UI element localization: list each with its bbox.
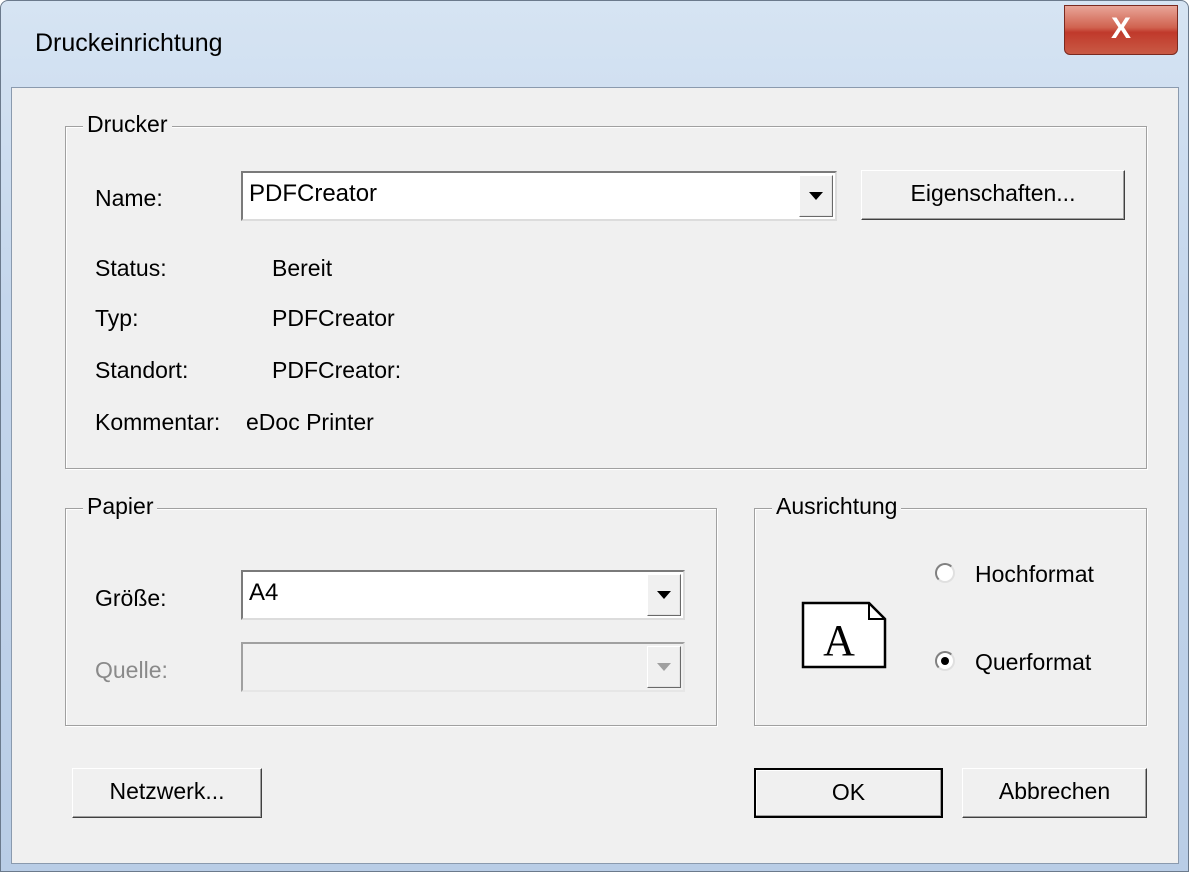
paper-source-dropdown[interactable]	[241, 642, 685, 692]
eigenschaften-button-label: Eigenschaften...	[910, 180, 1076, 206]
drucker-group: Drucker Name: PDFCreator Eigenschaften..…	[65, 109, 1147, 469]
paper-size-dropdown-button[interactable]	[647, 574, 681, 616]
groesse-label: Größe:	[95, 585, 167, 611]
abbrechen-button-label: Abbrechen	[998, 778, 1111, 804]
printer-name-value: PDFCreator	[249, 180, 378, 207]
chevron-down-icon	[809, 192, 823, 200]
standort-label: Standort:	[95, 357, 189, 383]
status-label: Status:	[95, 255, 167, 281]
close-icon: X	[1110, 12, 1131, 45]
chevron-down-icon	[657, 663, 671, 671]
querformat-label[interactable]: Querformat	[975, 647, 1091, 677]
netzwerk-button-label: Netzwerk...	[109, 778, 225, 804]
ok-button[interactable]: OK	[754, 768, 943, 818]
querformat-radio[interactable]	[935, 651, 955, 671]
dialog-client-area: Drucker Name: PDFCreator Eigenschaften..…	[11, 87, 1179, 864]
drucker-legend: Drucker	[83, 109, 172, 139]
hochformat-radio[interactable]	[935, 563, 955, 583]
querformat-radio-dot	[941, 657, 949, 665]
ausrichtung-legend: Ausrichtung	[772, 491, 902, 521]
eigenschaften-button[interactable]: Eigenschaften...	[861, 170, 1125, 220]
page-orientation-icon: A	[801, 601, 887, 669]
status-value: Bereit	[272, 255, 333, 281]
chevron-down-icon	[657, 591, 671, 599]
kommentar-value: eDoc Printer	[246, 409, 374, 435]
typ-label: Typ:	[95, 305, 139, 331]
netzwerk-button[interactable]: Netzwerk...	[72, 768, 262, 818]
typ-value: PDFCreator	[272, 305, 395, 331]
papier-group: Papier Größe: A4 Quelle:	[65, 491, 717, 726]
print-setup-window: Druckeinrichtung X Drucker Name: PDFCrea…	[0, 0, 1189, 872]
standort-value: PDFCreator:	[272, 357, 402, 383]
ok-button-label: OK	[831, 779, 866, 805]
printer-name-dropdown-button[interactable]	[799, 175, 833, 217]
close-button[interactable]: X	[1064, 5, 1178, 55]
title-bar[interactable]: Druckeinrichtung X	[1, 1, 1188, 87]
ausrichtung-group: Ausrichtung A Hochformat Querformat	[754, 491, 1147, 726]
paper-source-dropdown-button[interactable]	[647, 646, 681, 688]
printer-name-dropdown[interactable]: PDFCreator	[241, 171, 837, 221]
window-title: Druckeinrichtung	[35, 29, 223, 57]
printer-name-label: Name:	[95, 185, 163, 211]
kommentar-label: Kommentar:	[95, 409, 221, 435]
orientation-preview-letter: A	[823, 616, 855, 665]
paper-size-value: A4	[249, 579, 279, 606]
abbrechen-button[interactable]: Abbrechen	[962, 768, 1147, 818]
paper-size-dropdown[interactable]: A4	[241, 570, 685, 620]
quelle-label: Quelle:	[95, 657, 168, 683]
hochformat-label[interactable]: Hochformat	[975, 559, 1094, 589]
papier-legend: Papier	[83, 491, 158, 521]
